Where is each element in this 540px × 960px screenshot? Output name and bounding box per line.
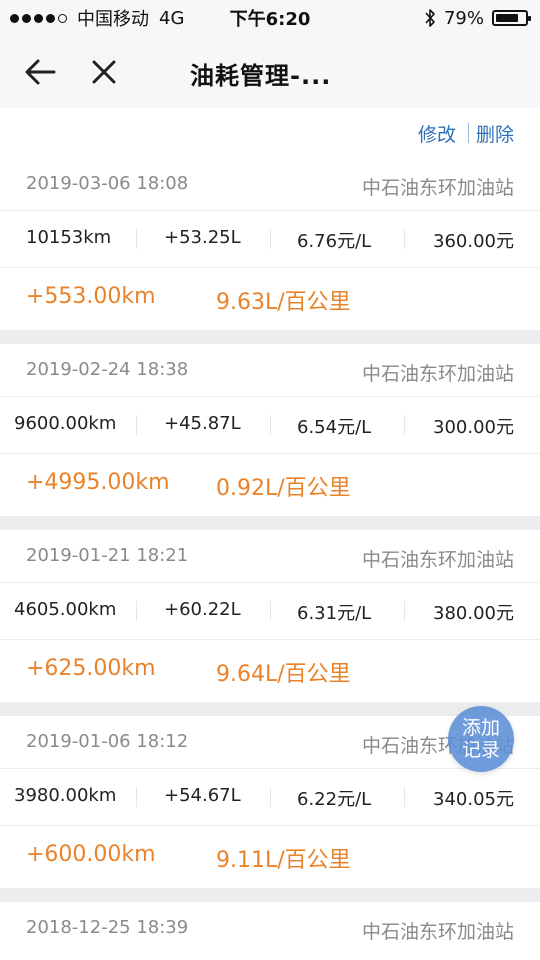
carrier-name: 中国移动 [77, 9, 149, 30]
record-distance: +553.00km [26, 284, 156, 309]
fuel-record[interactable]: 2019-03-06 18:08 中石油东环加油站 10153km +53.25… [0, 158, 540, 330]
signal-strength-icon [10, 13, 67, 23]
battery-icon [492, 10, 531, 26]
record-unit-price: 6.22元/L [297, 789, 372, 810]
record-footer: +600.00km 9.11L/百公里 [0, 826, 540, 888]
signal-dot [22, 13, 31, 23]
record-distance: +4995.00km [26, 470, 170, 495]
record-consumption: 9.64L/百公里 [216, 662, 351, 687]
nav-header: 油耗管理-... [0, 36, 540, 108]
page-title: 油耗管理-... [190, 62, 332, 90]
record-datetime: 2018-12-25 18:39 [26, 917, 189, 938]
record-fuel-volume: +60.22L [164, 599, 241, 620]
delete-button[interactable]: 删除 [476, 120, 514, 147]
back-button[interactable] [22, 54, 58, 90]
add-record-label-line1: 添加 [461, 717, 500, 739]
metric-divider [404, 787, 405, 807]
action-divider [468, 123, 469, 143]
fuel-record[interactable]: 2019-01-21 18:21 中石油东环加油站 4605.00km +60.… [0, 530, 540, 702]
record-footer: +553.00km 9.63L/百公里 [0, 268, 540, 330]
record-consumption: 0.92L/百公里 [216, 476, 351, 501]
record-station: 中石油东环加油站 [361, 921, 514, 943]
record-odometer: 4605.00km [14, 599, 117, 620]
signal-dot-empty [58, 13, 67, 23]
record-header: 2019-01-21 18:21 中石油东环加油站 [0, 530, 540, 583]
metric-divider [136, 415, 137, 435]
bluetooth-icon [425, 9, 435, 27]
signal-dot [10, 13, 19, 23]
record-metrics: 9600.00km +45.87L 6.54元/L 300.00元 [0, 397, 540, 454]
record-odometer: 3980.00km [14, 785, 117, 806]
network-type: 4G [159, 7, 185, 29]
metric-divider [404, 601, 405, 621]
record-unit-price: 6.76元/L [297, 231, 372, 252]
record-metrics: 4605.00km +60.22L 6.31元/L 380.00元 [0, 583, 540, 640]
record-footer: +4995.00km 0.92L/百公里 [0, 454, 540, 516]
metric-divider [270, 229, 271, 249]
record-unit-price: 6.31元/L [297, 603, 372, 624]
status-right: 79% [424, 8, 540, 29]
record-fuel-volume: +45.87L [164, 413, 241, 434]
record-metrics: 3980.00km +54.67L 6.22元/L 340.05元 [0, 769, 540, 826]
metric-divider [270, 415, 271, 435]
record-datetime: 2019-01-21 18:21 [26, 545, 189, 566]
add-record-button[interactable]: 添加 记录 [448, 706, 514, 772]
battery-fill [496, 14, 518, 22]
arrow-left-icon [25, 59, 56, 85]
record-consumption: 9.63L/百公里 [216, 290, 351, 315]
record-cost: 380.00元 [433, 603, 514, 624]
signal-dot [34, 13, 43, 23]
fuel-record[interactable]: 2019-02-24 18:38 中石油东环加油站 9600.00km +45.… [0, 344, 540, 516]
record-header: 2019-02-24 18:38 中石油东环加油站 [0, 344, 540, 397]
metric-divider [136, 601, 137, 621]
metric-divider [404, 229, 405, 249]
record-station: 中石油东环加油站 [361, 363, 514, 385]
fuel-record[interactable]: 2018-12-25 18:39 中石油东环加油站 [0, 902, 540, 960]
record-station: 中石油东环加油站 [361, 177, 514, 199]
record-datetime: 2019-03-06 18:08 [26, 173, 189, 194]
metric-divider [136, 229, 137, 249]
record-cost: 300.00元 [433, 417, 514, 438]
battery-percent: 79% [443, 7, 484, 29]
record-fuel-volume: +54.67L [164, 785, 241, 806]
status-left: 中国移动 4G [0, 5, 184, 31]
record-cost: 340.05元 [433, 789, 514, 810]
metric-divider [404, 415, 405, 435]
edit-button[interactable]: 修改 [418, 120, 456, 147]
record-odometer: 9600.00km [14, 413, 117, 434]
close-icon [92, 60, 116, 84]
action-bar: 修改 删除 [0, 108, 540, 158]
record-header: 2018-12-25 18:39 中石油东环加油站 [0, 902, 540, 954]
record-datetime: 2019-02-24 18:38 [26, 359, 189, 380]
record-unit-price: 6.54元/L [297, 417, 372, 438]
record-distance: +600.00km [26, 842, 156, 867]
add-record-label-line2: 记录 [461, 739, 500, 761]
record-footer: +625.00km 9.64L/百公里 [0, 640, 540, 702]
record-odometer: 10153km [26, 227, 112, 248]
record-datetime: 2019-01-06 18:12 [26, 731, 189, 752]
record-header: 2019-03-06 18:08 中石油东环加油站 [0, 158, 540, 211]
record-consumption: 9.11L/百公里 [216, 848, 351, 873]
record-distance: +625.00km [26, 656, 156, 681]
record-station: 中石油东环加油站 [361, 549, 514, 571]
signal-dot [46, 13, 55, 23]
record-fuel-volume: +53.25L [164, 227, 241, 248]
status-bar: 中国移动 4G 下午6:20 79% [0, 0, 540, 36]
metric-divider [136, 787, 137, 807]
record-metrics: 10153km +53.25L 6.76元/L 360.00元 [0, 211, 540, 268]
close-button[interactable] [86, 54, 122, 90]
metric-divider [270, 601, 271, 621]
metric-divider [270, 787, 271, 807]
record-cost: 360.00元 [433, 231, 514, 252]
